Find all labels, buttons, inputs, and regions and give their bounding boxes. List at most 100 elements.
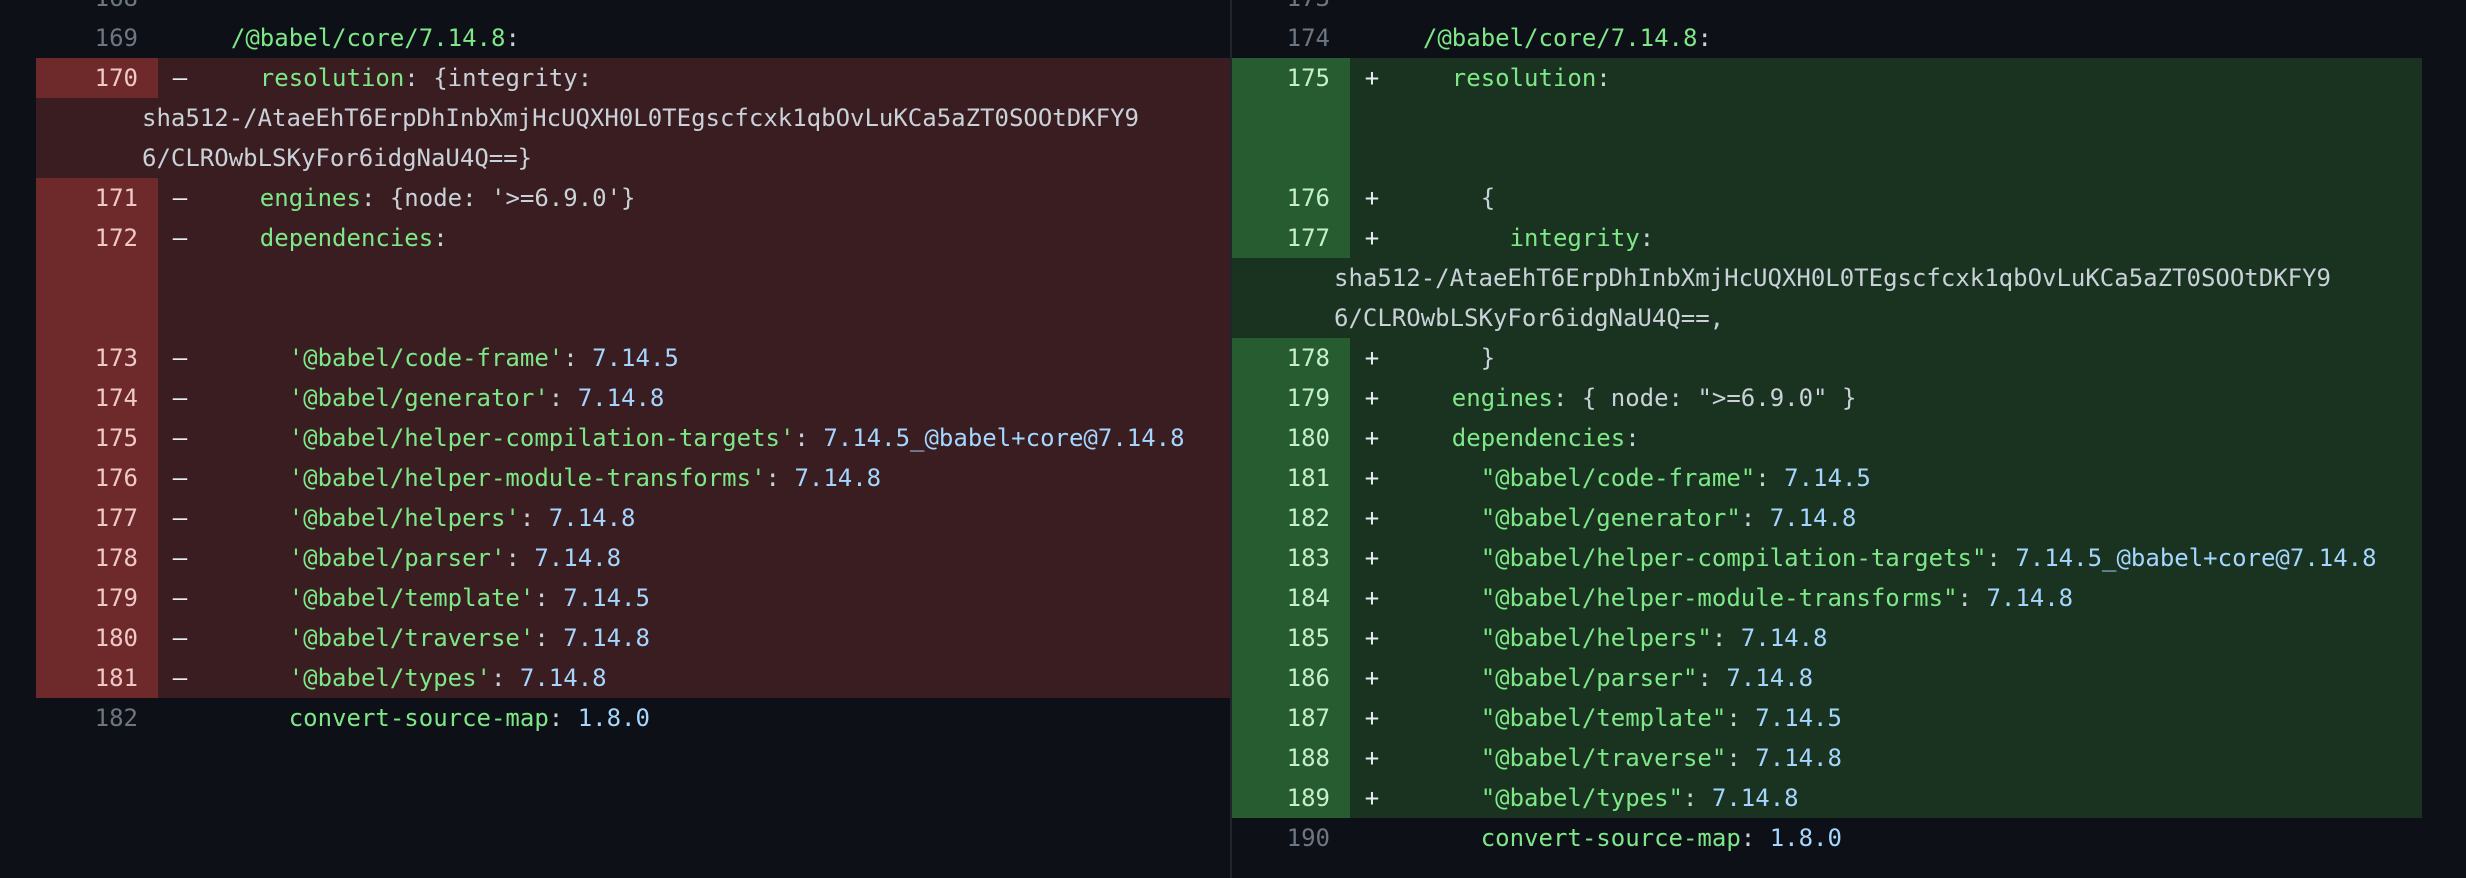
code-value: 7.14.8 (563, 624, 650, 652)
diff-line: 176– '@babel/helper-module-transforms': … (36, 458, 1230, 498)
code-punct: : (765, 464, 795, 492)
code-punct: : {integrity: (404, 64, 593, 92)
code-key: engines (1394, 384, 1553, 412)
code-key: "@babel/helper-compilation-targets" (1394, 544, 1987, 572)
line-number[interactable]: 177 (36, 498, 158, 538)
code-value: 1.8.0 (577, 704, 650, 732)
line-number[interactable]: 171 (36, 178, 158, 218)
line-number[interactable]: 181 (36, 658, 158, 698)
line-number[interactable]: 178 (36, 538, 158, 578)
line-number[interactable]: 190 (1232, 818, 1350, 858)
line-number[interactable]: 174 (36, 378, 158, 418)
line-number[interactable]: 180 (1232, 418, 1350, 458)
code-key: /@babel/core/7.14.8 (1394, 24, 1698, 52)
code-value: 7.14.8 (794, 464, 882, 492)
line-number[interactable]: 189 (1232, 778, 1350, 818)
line-number[interactable]: 176 (36, 458, 158, 498)
code-value: 7.14.8 (1769, 504, 1857, 532)
line-number[interactable]: 178 (1232, 338, 1350, 378)
diff-line: 176 + { (1232, 178, 2422, 218)
code-content: '@babel/helper-compilation-targets': 7.1… (202, 418, 1230, 458)
code-key: "@babel/parser" (1394, 664, 1698, 692)
code-value: 7.14.8 (548, 504, 636, 532)
line-number-gutter (1232, 98, 1350, 138)
code-key: '@babel/types' (202, 664, 491, 692)
addition-marker: + (1364, 184, 1380, 212)
line-number[interactable]: 176 (1232, 178, 1350, 218)
code-value: 7.14.5 (1784, 464, 1871, 492)
line-number[interactable]: 173 (36, 338, 158, 378)
diff-line: 175– '@babel/helper-compilation-targets'… (36, 418, 1230, 458)
code-wrap-text: sha512-/AtaeEhT6ErpDhInbXmjHcUQXH0L0TEgs… (142, 104, 1139, 132)
code-punct: : (1755, 464, 1785, 492)
diff-line: 183 + "@babel/helper-compilation-targets"… (1232, 538, 2422, 578)
code-key: '@babel/generator' (202, 384, 549, 412)
code-content: '@babel/generator': 7.14.8 (202, 378, 1230, 418)
diff-line: 179– '@babel/template': 7.14.5 (36, 578, 1230, 618)
deletion-marker: – (172, 424, 188, 452)
code-content: /@babel/core/7.14.8: (202, 18, 1230, 58)
line-number[interactable]: 186 (1232, 658, 1350, 698)
deletion-marker: – (172, 224, 188, 252)
code-wrap-text: 6/CLROwbLSKyFor6idgNaU4Q==} (142, 144, 533, 172)
code-punct: : (1596, 64, 1611, 92)
code-punct: : (1740, 824, 1770, 852)
diff-line: 186 + "@babel/parser": 7.14.8 (1232, 658, 2422, 698)
code-content: convert-source-map: 1.8.0 (202, 698, 1230, 738)
code-content: engines: { node: ">=6.9.0" } (1394, 378, 2422, 418)
code-punct: : { node: ">=6.9.0" } (1552, 384, 1857, 412)
code-key: "@babel/template" (1394, 704, 1727, 732)
code-value: 7.14.8 (1986, 584, 2074, 612)
line-number[interactable]: 170 (36, 58, 158, 98)
line-number[interactable]: 168 (36, 0, 158, 18)
diff-line: 188 + "@babel/traverse": 7.14.8 (1232, 738, 2422, 778)
code-content: dependencies: (1394, 418, 2422, 458)
line-number[interactable]: 183 (1232, 538, 1350, 578)
code-content: '@babel/helpers': 7.14.8 (202, 498, 1230, 538)
line-number[interactable]: 175 (36, 418, 158, 458)
addition-marker: + (1364, 384, 1380, 412)
code-punct: : (1986, 544, 2016, 572)
line-number[interactable]: 172 (36, 218, 158, 258)
line-number[interactable]: 175 (1232, 58, 1350, 98)
diff-line: 189 + "@babel/types": 7.14.8 (1232, 778, 2422, 818)
code-value: 7.14.8 (577, 384, 665, 412)
line-number[interactable]: 184 (1232, 578, 1350, 618)
code-value: 7.14.8 (519, 664, 607, 692)
line-number[interactable]: 185 (1232, 618, 1350, 658)
line-number[interactable]: 188 (1232, 738, 1350, 778)
code-content: '@babel/code-frame': 7.14.5 (202, 338, 1230, 378)
code-content: /@babel/core/7.14.8: (1394, 18, 2422, 58)
deletion-marker: – (172, 624, 188, 652)
deletion-marker: – (172, 64, 188, 92)
line-number[interactable]: 173 (1232, 0, 1350, 18)
code-key: engines (202, 184, 361, 212)
line-number-gutter (36, 298, 158, 338)
code-punct: : (1625, 424, 1640, 452)
code-punct: : (534, 584, 564, 612)
diff-line-filler (1232, 98, 2422, 138)
code-punct: : (505, 24, 520, 52)
line-number[interactable]: 179 (36, 578, 158, 618)
code-punct: : (1697, 24, 1712, 52)
code-key: "@babel/helpers" (1394, 624, 1712, 652)
code-content: "@babel/helpers": 7.14.8 (1394, 618, 2422, 658)
line-number[interactable]: 181 (1232, 458, 1350, 498)
addition-marker: + (1364, 64, 1380, 92)
code-key: '@babel/template' (202, 584, 535, 612)
code-key: "@babel/traverse" (1394, 744, 1727, 772)
line-number[interactable]: 182 (1232, 498, 1350, 538)
line-number[interactable]: 182 (36, 698, 158, 738)
line-number[interactable]: 177 (1232, 218, 1350, 258)
line-number[interactable]: 169 (36, 18, 158, 58)
line-number[interactable]: 179 (1232, 378, 1350, 418)
diff-line-wrap: sha512-/AtaeEhT6ErpDhInbXmjHcUQXH0L0TEgs… (36, 98, 1230, 138)
code-content: engines: {node: '>=6.9.0'} (202, 178, 1230, 218)
code-content: "@babel/parser": 7.14.8 (1394, 658, 2422, 698)
line-number[interactable]: 174 (1232, 18, 1350, 58)
code-punct: : (490, 664, 520, 692)
code-key: '@babel/traverse' (202, 624, 535, 652)
code-content: "@babel/code-frame": 7.14.5 (1394, 458, 2422, 498)
line-number[interactable]: 187 (1232, 698, 1350, 738)
line-number[interactable]: 180 (36, 618, 158, 658)
